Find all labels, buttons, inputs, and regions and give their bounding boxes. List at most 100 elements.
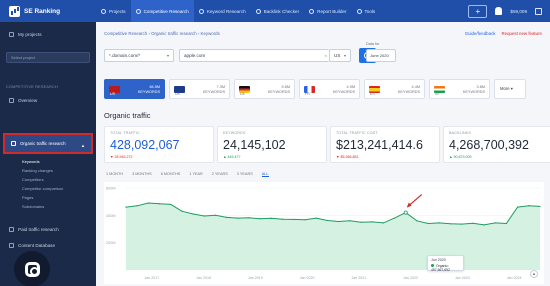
sidebar-subitem-subdomains[interactable]: Subdomains	[22, 204, 44, 209]
data-point	[147, 202, 149, 204]
range-tab[interactable]: 3 YEARS	[237, 172, 253, 177]
db-tab-de[interactable]: DE 5.6M KEYWORDS	[234, 79, 295, 99]
db-count-bottom: KEYWORDS	[462, 89, 485, 94]
sidebar-item-label: Organic traffic research	[20, 140, 66, 146]
sidebar-subitem-ranking-changes[interactable]: Ranking changes	[22, 168, 53, 173]
request-feature-link[interactable]: Request new feature	[501, 31, 542, 36]
nav-label: Competitive Research	[143, 8, 189, 14]
logo[interactable]: SE Ranking	[0, 5, 96, 17]
nav-label: Tools	[364, 8, 376, 14]
range-tabs: 1 MONTH 3 MONTHS 6 MONTHS 1 YEAR 2 YEARS…	[106, 172, 269, 177]
chart-icon	[11, 141, 16, 146]
data-point	[181, 210, 183, 212]
db-tab-in[interactable]: IN 3.8M KEYWORDS	[429, 79, 490, 99]
data-point	[483, 224, 485, 226]
report-icon	[309, 8, 315, 14]
data-point	[315, 217, 317, 219]
db-count-bottom: KEYWORDS	[137, 89, 160, 94]
db-count-bottom: KEYWORDS	[202, 89, 225, 94]
nav-projects[interactable]: Projects	[96, 0, 131, 22]
db-code: ES	[370, 92, 375, 96]
sidebar-item-label: Content Database	[18, 243, 56, 248]
domain-scope-value: *.domain.com/*	[109, 53, 141, 58]
region-select[interactable]: US ▾	[329, 49, 351, 62]
data-point	[438, 222, 440, 224]
nav-keyword-research[interactable]: Keyword Research	[194, 0, 251, 22]
db-tab-us[interactable]: US 84.5M KEYWORDS	[104, 79, 165, 99]
nav-label: Keyword Research	[206, 8, 246, 14]
kpi-value: 428,092,067	[110, 138, 180, 152]
date-picker[interactable]: June 2020	[366, 49, 396, 62]
date-label: Data for	[366, 42, 380, 46]
tooltip-date: Jun 2020	[431, 258, 446, 262]
data-point	[304, 219, 306, 221]
db-count: 7.3M KEYWORDS	[203, 85, 225, 94]
nav-label: Backlink Checker	[263, 8, 300, 14]
kpi-value: $213,241,414.6	[336, 138, 423, 152]
range-tab[interactable]: 6 MONTHS	[161, 172, 181, 177]
top-nav: SE Ranking Projects Competitive Research…	[0, 0, 550, 22]
db-count-top: 4.9M	[346, 85, 355, 89]
nav-tools[interactable]: Tools	[352, 0, 381, 22]
nav-competitive-research[interactable]: Competitive Research	[130, 0, 194, 22]
sidebar-item-paid-traffic[interactable]: Paid traffic research	[0, 227, 96, 232]
nav-report-builder[interactable]: Report Builder	[304, 0, 351, 22]
range-tab[interactable]: 1 YEAR	[189, 172, 202, 177]
data-point	[393, 217, 396, 219]
data-point	[517, 206, 519, 208]
x-tick-label: Jan 2017	[144, 276, 159, 280]
db-tab-fr[interactable]: FR 4.9M KEYWORDS	[299, 79, 360, 99]
db-tab-uk[interactable]: UK 7.3M KEYWORDS	[169, 79, 230, 99]
nav-backlink-checker[interactable]: Backlink Checker	[251, 0, 305, 22]
sidebar-item-organic-traffic-research[interactable]: Organic traffic research ▲	[3, 133, 93, 154]
clear-icon[interactable]: ×	[325, 50, 327, 61]
main-content: Competitive Research › Organic traffic r…	[96, 22, 550, 286]
data-point	[449, 223, 452, 225]
sidebar-subitem-pages[interactable]: Pages	[22, 195, 33, 200]
more-databases-button[interactable]: More ▾	[494, 79, 526, 99]
bell-icon[interactable]	[495, 7, 503, 15]
account-balance[interactable]: $59,009	[510, 9, 527, 14]
sidebar-item-overview[interactable]: Overview	[0, 98, 96, 103]
range-tab[interactable]: 3 MONTHS	[132, 172, 152, 177]
data-point	[416, 220, 418, 222]
data-point	[472, 222, 474, 224]
search-input-value: apple.com	[184, 53, 206, 58]
highlight-point	[403, 210, 408, 215]
y-tick-label: 600M	[106, 187, 116, 191]
scroll-up-button[interactable]: ▲	[530, 270, 538, 278]
collapse-icon[interactable]	[535, 7, 542, 15]
link-icon	[255, 8, 261, 14]
sidebar-item-content-database[interactable]: Content Database	[0, 243, 96, 248]
add-button[interactable]: +	[468, 4, 488, 18]
data-point	[382, 222, 384, 224]
nav-label: Report Builder	[317, 8, 347, 14]
help-chat-button[interactable]	[14, 251, 50, 286]
db-count-top: 4.4M	[411, 85, 420, 89]
project-select[interactable]: Select project	[6, 52, 90, 63]
db-count: 4.4M KEYWORDS	[398, 85, 420, 94]
range-tab[interactable]: 1 MONTH	[106, 172, 123, 177]
db-count: 3.8M KEYWORDS	[463, 85, 485, 94]
y-tick-label: 200M	[106, 241, 116, 245]
data-point	[539, 205, 541, 208]
chevron-down-icon: ▾	[343, 53, 346, 58]
db-tab-es[interactable]: ES 4.4M KEYWORDS	[364, 79, 425, 99]
range-tab[interactable]: 2 YEARS	[212, 172, 228, 177]
kpi-label: BACKLINKS	[449, 131, 471, 135]
search-input[interactable]: apple.com ×	[179, 49, 329, 62]
db-count: 84.5M KEYWORDS	[138, 85, 160, 94]
domain-scope-select[interactable]: *.domain.com/* ▾	[104, 49, 174, 62]
data-point	[170, 203, 172, 205]
kpi-delta: ▲ 90,679,005	[449, 155, 472, 159]
x-tick-label: Jan 2018	[196, 276, 211, 280]
tools-icon	[356, 8, 362, 14]
sidebar-subitem-competitors[interactable]: Competitors	[22, 177, 44, 182]
sidebar-item-my-projects[interactable]: My projects	[0, 32, 96, 37]
guide-feedback-link[interactable]: Guide/feedback	[465, 31, 496, 36]
sidebar-subitem-competitor-comparison[interactable]: Competitor comparison	[22, 186, 63, 191]
sidebar-subitem-keywords[interactable]: Keywords	[22, 159, 40, 164]
x-tick-label: Jan 2020	[300, 276, 315, 280]
breadcrumb[interactable]: Competitive Research › Organic traffic r…	[104, 31, 220, 36]
range-tab-all[interactable]: ALL	[261, 172, 269, 177]
